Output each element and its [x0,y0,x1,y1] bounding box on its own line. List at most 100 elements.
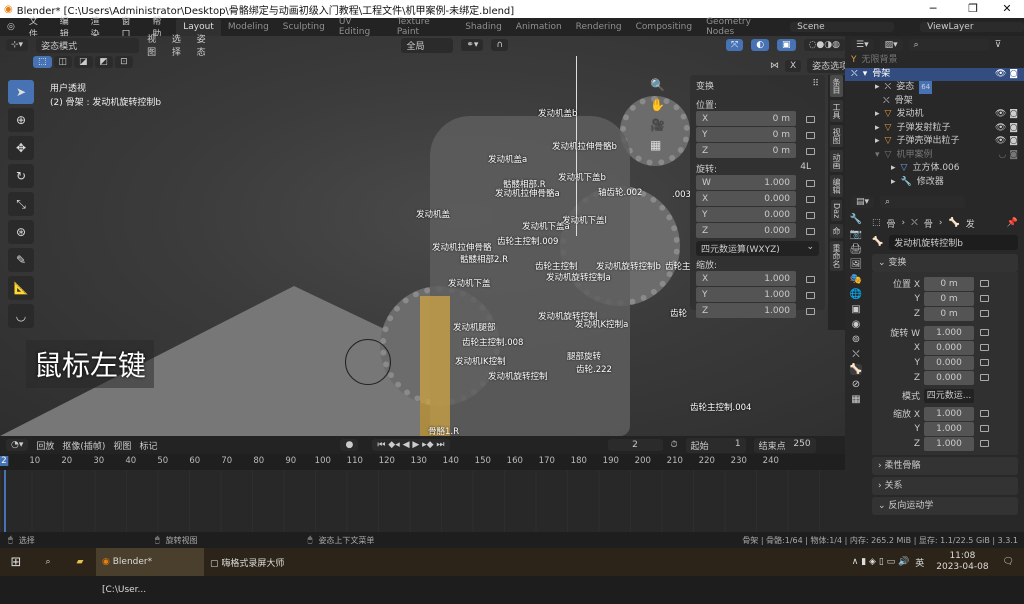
properties-search-input[interactable]: ⌕ [880,196,966,208]
pivot-icon[interactable]: ⚭▾ [461,39,484,51]
location-z-field[interactable]: 0 m [924,306,974,321]
snap-icon[interactable]: ∩ [491,39,508,51]
file-explorer-icon[interactable]: ▰ [64,557,96,567]
marker-menu[interactable]: 标记 [139,439,157,452]
transform-tool-icon[interactable]: ⊛ [8,220,34,244]
current-frame-field[interactable]: 2 [607,439,663,451]
timeline-editor-icon[interactable]: ◔▾ [6,439,29,451]
inverse-kinematics-section[interactable]: ⌄ 反向运动学 [872,497,1018,515]
playback-menu[interactable]: 回放 [36,439,54,452]
display-mode-icon[interactable]: ☰▾ [851,39,874,51]
scale-tool-icon[interactable]: ⤡ [8,192,34,216]
bone-tab-icon[interactable]: 🦴 [849,364,863,375]
end-frame-field[interactable]: 结束点 250 [753,437,816,453]
bone-label[interactable]: 轴齿轮.002 [598,186,642,198]
transform-section-header[interactable]: ⌄ 变换 [872,254,1018,272]
outliner-item[interactable]: ▸ ⛌ 姿态 64 [845,81,1024,95]
ime-indicator[interactable]: 英 [915,556,924,569]
sidebar-tab-tool[interactable]: 工具 [830,100,843,122]
rotation-z-field[interactable]: 0.000 [924,370,974,385]
select-extend-icon[interactable]: ◫ [53,56,73,68]
render-tab-icon[interactable]: 📷 [850,229,862,240]
viewport-menu-pose[interactable]: 姿态 [197,32,214,58]
rotation-x-field[interactable]: 0.000 [924,340,974,355]
minimize-button[interactable]: ─ [918,0,948,18]
outliner-item-armature[interactable]: ⛌ ▾ 骨架 👁 ◙ [845,67,1024,81]
clock[interactable]: 11:08 2023-04-08 [936,551,988,573]
rotation-x-field[interactable]: X 0.000 [696,191,796,206]
playhead[interactable] [4,470,6,532]
rotation-w-field[interactable]: W 1.000 [696,175,796,190]
outliner-item[interactable]: ▸ ▽ 立方体.006 [845,162,1024,176]
editor-type-icon[interactable]: ▤▾ [851,196,875,208]
outliner-item[interactable]: ▾ ▽ 机甲案例 ◡ ◙ [845,149,1024,163]
bone-label[interactable]: 发动机下盖b [558,171,606,183]
tab-animation[interactable]: Animation [509,22,569,32]
output-tab-icon[interactable]: 🖨 [850,244,863,255]
zoom-view-icon[interactable]: 🔍 [650,78,665,92]
tray-icons[interactable]: ∧ ▮ ◈ ▯ ▭ 🔊 [852,557,909,567]
bone-label[interactable]: 发动机拉伸骨骼a [495,187,560,199]
location-z-field[interactable]: Z0 m [696,143,796,158]
lock-icon[interactable] [980,310,989,317]
mode-selector[interactable]: 姿态模式 [36,37,140,53]
relations-section[interactable]: › 关系 [872,477,1018,495]
location-y-field[interactable]: 0 m [924,291,974,306]
taskbar-recorder[interactable]: ▢ 嗨格式录屏大师 [204,556,290,569]
gizmo-toggle-icon[interactable]: ⤧ [725,39,744,51]
lock-icon[interactable] [980,359,989,366]
lock-icon[interactable] [980,344,989,351]
timeline-ruler[interactable]: 2 10 20 30 40 50 60 70 80 90 100 110 120 130 140 150 160… [0,454,845,470]
texture-tab-icon[interactable]: ▦ [851,394,860,405]
lock-icon[interactable] [806,195,815,203]
mirror-x-button[interactable]: X [785,59,802,72]
tab-modeling[interactable]: Modeling [221,22,276,32]
pan-view-icon[interactable]: ✋ [650,98,665,112]
lock-icon[interactable] [806,275,815,283]
blender-menu-icon[interactable]: ◎ [0,22,22,32]
lock-icon[interactable] [806,131,815,139]
move-tool-icon[interactable]: ✥ [8,136,34,160]
bone-label[interactable]: 发动机拉伸骨骼 [432,241,492,253]
outliner-item[interactable]: Y 无限背景 [845,54,1024,68]
bone-label[interactable]: 发动机IK控制 [455,355,506,367]
bone-label[interactable]: 发动机K控制a [575,318,628,330]
stopwatch-icon[interactable]: ⏱ [671,440,678,450]
search-icon[interactable]: ⌕ [32,557,64,567]
taskbar-blender[interactable]: ◉ Blender* [C:\User... [96,548,204,595]
lock-icon[interactable] [980,280,989,287]
sidebar-tab-animation[interactable]: 动画 [830,150,843,172]
bone-label[interactable]: 发动机盖 [416,208,450,220]
rotation-y-field[interactable]: Y 0.000 [696,207,796,222]
sidebar-tab-view[interactable]: 视图 [830,125,843,147]
rotation-y-field[interactable]: 0.000 [924,355,974,370]
close-button[interactable]: ✕ [992,0,1022,18]
lock-icon[interactable] [980,374,989,381]
lock-icon[interactable] [980,410,989,417]
bone-label[interactable]: 腿部旋转 [567,350,601,362]
keying-menu[interactable]: 抠像(插帧) [62,439,105,452]
sidebar-tab-edit[interactable]: 编辑 [830,175,843,197]
location-x-field[interactable]: X0 m [696,111,796,126]
outliner-search-input[interactable]: ⌕ [908,39,989,51]
windows-start-icon[interactable]: ⊞ [0,555,32,570]
viewport-menu-view[interactable]: 视图 [147,32,164,58]
sidebar-tab-daz[interactable]: Daz [831,200,842,222]
tab-uv-editing[interactable]: UV Editing [332,17,390,37]
bone-constraints-tab-icon[interactable]: ⊘ [852,379,860,390]
notification-icon[interactable]: 🗨 [1003,557,1014,567]
cursor-tool-icon[interactable]: ⊕ [8,108,34,132]
lock-icon[interactable] [806,227,815,235]
lock-icon[interactable] [806,115,815,123]
outliner-item[interactable]: ▸ ▽ 发动机 👁 ◙ [845,108,1024,122]
maximize-button[interactable]: ❐ [958,0,988,18]
tool-tab-icon[interactable]: 🔧 [850,214,862,225]
bone-label[interactable]: 齿轮主控制.009 [497,235,558,247]
bone-name-field[interactable]: 发动机旋转控制b [889,234,1018,250]
rotation-4l-toggle[interactable]: 4L [800,162,811,175]
annotate-tool-icon[interactable]: ✎ [8,248,34,272]
rotation-mode-dropdown[interactable]: 四元数运... [924,388,974,403]
select-invert-icon[interactable]: ◩ [94,56,114,68]
bone-label[interactable]: 发动机旋转控制a [546,271,611,283]
constraints-tab-icon[interactable]: ⊚ [852,334,860,345]
